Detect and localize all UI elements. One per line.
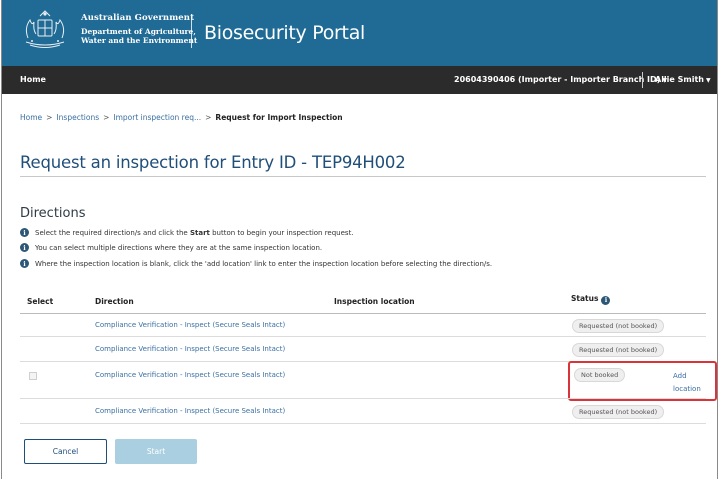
account-dropdown[interactable]: 20604390406 (Importer - Importer Branch … (454, 75, 667, 84)
info-text-2: You can select multiple directions where… (35, 243, 323, 252)
column-header-status-label: Status (571, 294, 599, 303)
info-text-1-pre: Select the required direction/s and clic… (35, 228, 190, 237)
info-text-1: Select the required direction/s and clic… (35, 229, 354, 237)
info-icon[interactable]: i (601, 295, 611, 305)
info-icon: i (20, 259, 29, 268)
table-header-divider (20, 313, 706, 314)
direction-link-row-1[interactable]: Compliance Verification - Inspect (Secur… (95, 321, 285, 329)
site-header: Australian Government Department of Agri… (2, 0, 717, 66)
nav-home-link[interactable]: Home (20, 75, 46, 84)
breadcrumb-import-inspection[interactable]: Import inspection req... (113, 113, 201, 122)
user-menu-dropdown[interactable]: Allie Smith ▼ (655, 75, 711, 84)
department-line-2: Water and the Environment (81, 36, 198, 45)
row-divider (20, 398, 706, 399)
page-title: Request an inspection for Entry ID - TEP… (20, 153, 406, 172)
info-select-directions: i Select the required direction/s and cl… (20, 228, 354, 237)
nav-divider (642, 72, 643, 88)
top-navbar: Home 20604390406 (Importer - Importer Br… (2, 66, 717, 94)
info-text-1-bold: Start (189, 228, 210, 237)
breadcrumb-current: Request for Import Inspection (215, 113, 343, 122)
user-name: Allie Smith (655, 75, 704, 84)
info-multiple-directions: i You can select multiple directions whe… (20, 243, 322, 252)
breadcrumb-home[interactable]: Home (20, 113, 42, 122)
government-wordmark[interactable]: Australian Government Department of Agri… (81, 13, 197, 45)
chevron-down-icon: ▼ (706, 77, 711, 84)
row-divider (20, 423, 706, 424)
info-add-location: i Where the inspection location is blank… (20, 259, 492, 268)
cancel-button[interactable]: Cancel (24, 439, 107, 464)
breadcrumb-separator: > (103, 113, 110, 122)
status-badge: Requested (not booked) (572, 405, 665, 419)
breadcrumb-separator: > (205, 113, 212, 122)
status-badge: Requested (not booked) (572, 319, 665, 333)
row-select-checkbox[interactable] (29, 372, 37, 380)
status-badge: Requested (not booked) (572, 343, 665, 357)
breadcrumb-separator: > (46, 113, 53, 122)
info-icon: i (20, 228, 29, 237)
title-divider (20, 176, 706, 177)
department-line-1: Department of Agriculture, (81, 27, 196, 36)
column-header-direction: Direction (95, 297, 134, 306)
highlight-box (568, 361, 717, 401)
gov-name: Australian Government (81, 13, 195, 23)
info-text-3: Where the inspection location is blank, … (35, 259, 493, 268)
header-divider (191, 14, 192, 48)
portal-title[interactable]: Biosecurity Portal (204, 22, 365, 44)
info-text-1-post: button to begin your inspection request. (209, 228, 354, 237)
department-name: Department of Agriculture, Water and the… (81, 27, 197, 45)
breadcrumb: Home > Inspections > Import inspection req..… (20, 113, 343, 122)
column-header-status: Status i (571, 294, 611, 305)
info-icon: i (20, 243, 29, 252)
row-divider (20, 336, 706, 337)
page-frame: Australian Government Department of Agri… (1, 0, 718, 479)
coat-of-arms-icon (25, 10, 65, 48)
breadcrumb-inspections[interactable]: Inspections (56, 113, 99, 122)
column-header-location: Inspection location (334, 297, 415, 306)
column-header-select: Select (27, 297, 54, 306)
directions-heading: Directions (20, 206, 86, 221)
direction-link-row-4[interactable]: Compliance Verification - Inspect (Secur… (95, 407, 285, 415)
direction-link-row-2[interactable]: Compliance Verification - Inspect (Secur… (95, 345, 285, 353)
direction-link-row-3[interactable]: Compliance Verification - Inspect (Secur… (95, 371, 285, 379)
account-label: 20604390406 (Importer - Importer Branch … (454, 75, 661, 84)
start-button[interactable]: Start (115, 439, 197, 464)
